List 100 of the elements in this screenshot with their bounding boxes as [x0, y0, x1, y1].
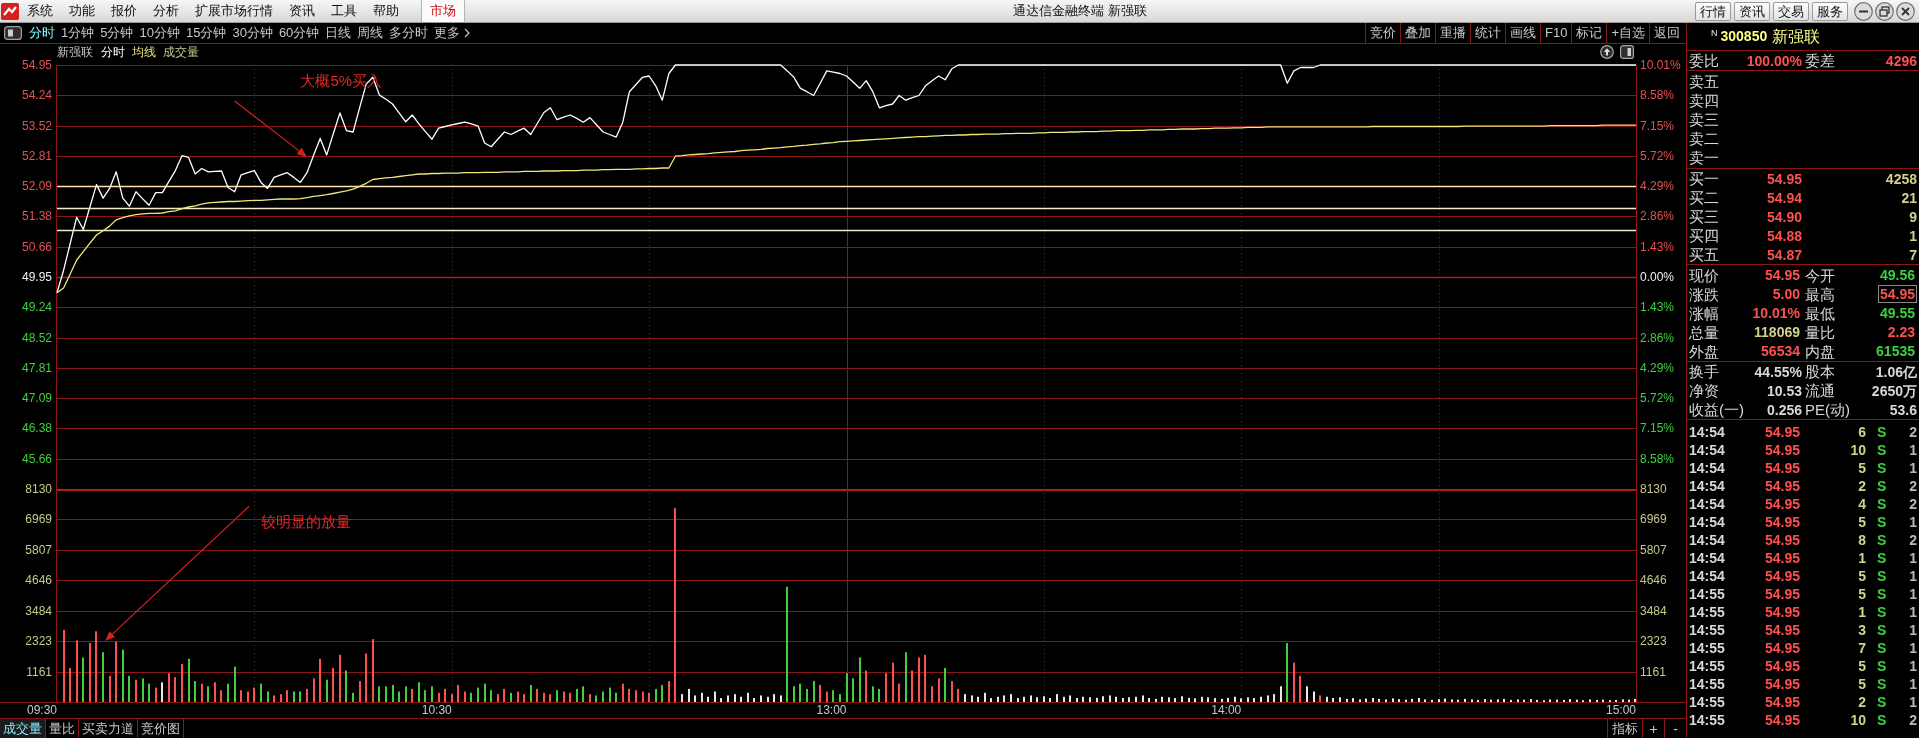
quote-label: 委差: [1805, 51, 1835, 70]
quote-value: 10.53: [1766, 382, 1802, 399]
quote-label: 外盘: [1689, 341, 1719, 361]
tick-count: 1: [1909, 550, 1917, 566]
quote-label: 最高: [1805, 284, 1835, 304]
period-tab[interactable]: 日线: [322, 23, 355, 43]
bid-volume: 7: [1909, 246, 1917, 263]
tick-price: 54.95: [1764, 442, 1800, 458]
menu-item[interactable]: 系统: [19, 0, 61, 22]
tick-volume: 10: [1850, 442, 1866, 458]
listing-mark-label: N: [1711, 28, 1718, 38]
percent-axis-label: 5.72%: [1640, 148, 1675, 163]
volume-axis-label: 1161: [1640, 664, 1666, 679]
toolbar-button[interactable]: 统计: [1470, 23, 1505, 43]
percent-axis-label: 7.15%: [1640, 118, 1675, 133]
menu-item[interactable]: 报价: [103, 0, 145, 22]
volume-axis-label: 1161: [26, 664, 52, 679]
ask-level-label: 卖三: [1689, 110, 1719, 129]
tick-side: S: [1877, 568, 1887, 584]
panel-toggle-icon[interactable]: [1620, 45, 1634, 59]
period-tab[interactable]: 周线: [354, 23, 387, 43]
bid-price: 54.95: [1766, 170, 1802, 187]
period-tab[interactable]: 5分钟: [97, 23, 137, 43]
toolbar-button[interactable]: +自选: [1606, 23, 1649, 43]
quote-value: 49.56: [1878, 266, 1916, 284]
period-tab[interactable]: 1分钟: [58, 23, 98, 43]
menu-item[interactable]: 资讯: [281, 0, 323, 22]
toolbar-button[interactable]: 返回: [1649, 23, 1684, 43]
tick-price: 54.95: [1764, 460, 1800, 476]
menu-item[interactable]: 分析: [145, 0, 187, 22]
quote-value: 61535: [1875, 342, 1916, 360]
period-tab[interactable]: 60分钟: [275, 23, 323, 43]
quote-value: 100.00%: [1746, 52, 1802, 69]
indicator-button[interactable]: 指标: [1607, 719, 1642, 738]
tick-side: S: [1877, 640, 1887, 656]
add-button[interactable]: +: [1642, 719, 1664, 738]
tick-volume: 1: [1858, 604, 1866, 620]
market-tab[interactable]: 市场: [421, 0, 465, 22]
quote-label: 量比: [1805, 322, 1835, 342]
quote-label: 涨跌: [1689, 284, 1719, 304]
quote-value: 54.95: [1763, 266, 1801, 284]
close-icon[interactable]: [1896, 1, 1915, 21]
tick-price: 54.95: [1764, 622, 1800, 638]
period-tab[interactable]: 30分钟: [229, 23, 276, 43]
bottom-tab[interactable]: 买卖力道: [79, 719, 138, 738]
period-tab[interactable]: 分时: [26, 23, 58, 43]
toolbar-button[interactable]: 画线: [1505, 23, 1540, 43]
volume-axis-label: 5807: [1640, 542, 1667, 557]
menu-item[interactable]: 帮助: [365, 0, 407, 22]
toolbar-button[interactable]: F10: [1540, 23, 1572, 43]
quote-value: 118069: [1753, 323, 1801, 341]
bottom-tab[interactable]: 成交量: [0, 719, 46, 738]
tick-count: 2: [1909, 496, 1917, 512]
restore-icon[interactable]: [1875, 1, 1894, 21]
tick-volume: 4: [1858, 496, 1866, 512]
tick-count: 1: [1909, 442, 1917, 458]
tick-volume: 5: [1858, 586, 1866, 602]
quote-value: 53.6: [1889, 401, 1917, 418]
quote-label: 现价: [1689, 265, 1719, 285]
toolbar-button[interactable]: 竞价: [1365, 23, 1400, 43]
quote-label: 收益(一): [1689, 400, 1744, 419]
bottom-tab[interactable]: 竞价图: [138, 719, 184, 738]
tick-count: 1: [1909, 514, 1917, 530]
volume-axis-label: 6969: [1640, 512, 1667, 527]
percent-axis-label: 2.86%: [1640, 330, 1675, 345]
tick-count: 2: [1909, 424, 1917, 440]
tick-time: 14:55: [1689, 622, 1725, 638]
percent-axis-label: 2.86%: [1640, 209, 1675, 224]
menu-item[interactable]: 功能: [61, 0, 103, 22]
more-button[interactable]: 更多: [431, 23, 474, 43]
tick-time: 14:55: [1689, 658, 1725, 674]
panel-toggle-icon[interactable]: [4, 26, 22, 40]
title-bar-button[interactable]: 服务: [1812, 1, 1848, 21]
menu-item[interactable]: 工具: [323, 0, 365, 22]
period-tab[interactable]: 15分钟: [182, 23, 230, 43]
up-arrow-icon[interactable]: [1600, 45, 1614, 59]
tick-side: S: [1877, 586, 1887, 602]
quote-value: 56534: [1760, 342, 1801, 360]
title-bar-button[interactable]: 行情: [1695, 1, 1731, 21]
price-axis-label: 49.24: [21, 300, 52, 315]
tick-side: S: [1877, 658, 1887, 674]
tick-time: 14:55: [1689, 640, 1725, 656]
remove-button[interactable]: -: [1664, 719, 1686, 738]
minimize-icon[interactable]: [1854, 1, 1873, 21]
bid-volume: 21: [1901, 189, 1917, 206]
tick-time: 14:55: [1689, 586, 1725, 602]
toolbar-button[interactable]: 标记: [1571, 23, 1607, 43]
tick-side: S: [1877, 496, 1887, 512]
quote-label: 最低: [1805, 303, 1835, 323]
app-logo-icon: [1, 2, 19, 20]
period-tab[interactable]: 多分时: [386, 23, 432, 43]
title-bar-button[interactable]: 资讯: [1734, 1, 1770, 21]
percent-axis-label: 4.29%: [1640, 360, 1675, 375]
tick-volume: 10: [1850, 712, 1866, 728]
bottom-tab[interactable]: 量比: [46, 719, 79, 738]
toolbar-button[interactable]: 叠加: [1400, 23, 1435, 43]
period-tab[interactable]: 10分钟: [136, 23, 183, 43]
menu-item[interactable]: 扩展市场行情: [187, 0, 281, 22]
title-bar-button[interactable]: 交易: [1773, 1, 1809, 21]
toolbar-button[interactable]: 重播: [1435, 23, 1470, 43]
